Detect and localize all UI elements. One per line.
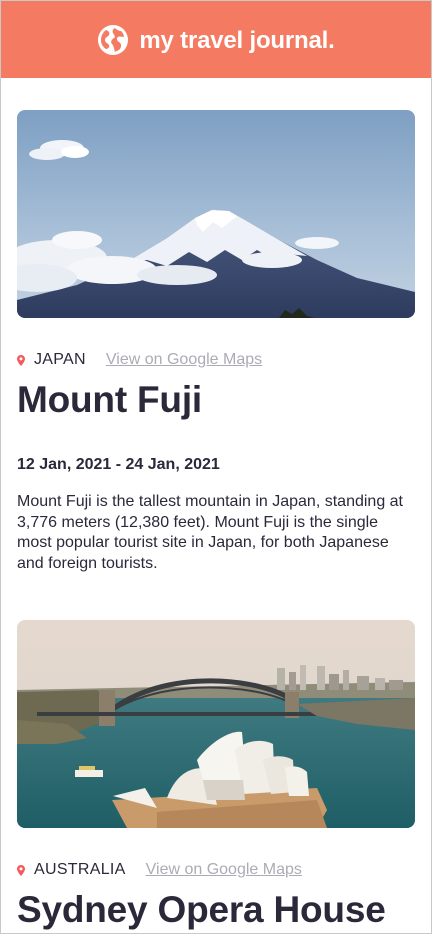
journal-entry: JAPAN View on Google Maps Mount Fuji 12 … xyxy=(17,110,415,574)
location-row: JAPAN View on Google Maps xyxy=(17,350,415,370)
entry-photo-mount-fuji xyxy=(17,110,415,318)
app-header: my travel journal. xyxy=(1,1,431,78)
entry-title: Sydney Opera House xyxy=(17,889,386,930)
location-pin-icon xyxy=(17,864,25,876)
google-maps-link[interactable]: View on Google Maps xyxy=(106,351,262,369)
journal-entry: AUSTRALIA View on Google Maps Sydney Ope… xyxy=(17,620,415,932)
globe-icon xyxy=(97,24,129,56)
location-row: AUSTRALIA View on Google Maps xyxy=(17,860,415,880)
entry-description: Mount Fuji is the tallest mountain in Ja… xyxy=(17,493,403,572)
app-title: my travel journal. xyxy=(139,26,335,54)
entry-title: Mount Fuji xyxy=(17,379,202,420)
google-maps-link[interactable]: View on Google Maps xyxy=(146,861,302,879)
entry-country: AUSTRALIA xyxy=(34,861,126,878)
entry-country: JAPAN xyxy=(34,351,86,368)
entry-photo-sydney-opera-house xyxy=(17,620,415,828)
location-pin-icon xyxy=(17,354,25,366)
entry-dates: 12 Jan, 2021 - 24 Jan, 2021 xyxy=(17,456,220,473)
journal-list: JAPAN View on Google Maps Mount Fuji 12 … xyxy=(1,78,431,932)
app-frame: my travel journal. JAPAN View on Google … xyxy=(0,0,432,934)
